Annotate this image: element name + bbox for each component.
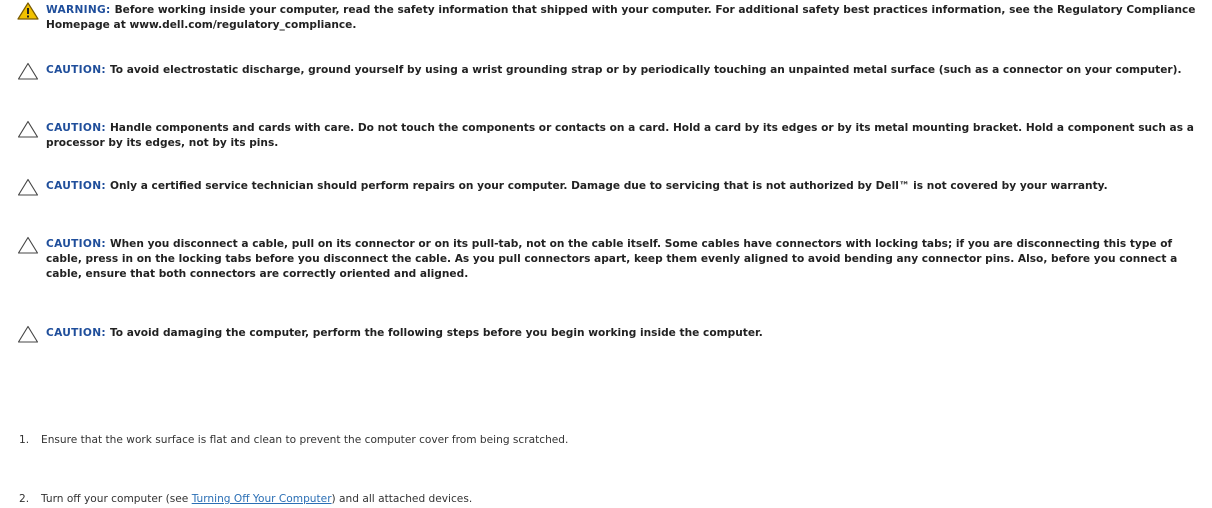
turning-off-computer-link[interactable]: Turning Off Your Computer [192, 493, 332, 505]
caution-text: CAUTION: Only a certified service technic… [46, 179, 1202, 194]
caution-notice: CAUTION: Handle components and cards with… [17, 120, 1202, 151]
warning-text: WARNING: Before working inside your compu… [46, 3, 1202, 33]
caution-text: CAUTION: When you disconnect a cable, pul… [46, 237, 1202, 282]
caution-notice: CAUTION: To avoid damaging the computer, … [17, 325, 1202, 343]
warning-notice: WARNING: Before working inside your compu… [17, 2, 1202, 33]
notice-body: When you disconnect a cable, pull on its… [46, 238, 1178, 280]
notice-body: To avoid electrostatic discharge, ground… [109, 64, 1182, 76]
warning-triangle-icon [17, 2, 39, 20]
caution-text: CAUTION: To avoid electrostatic discharge… [46, 63, 1202, 78]
notice-body: Before working inside your computer, rea… [46, 4, 1196, 31]
caution-triangle-icon [17, 236, 39, 254]
caution-text: CAUTION: Handle components and cards with… [46, 121, 1202, 151]
page: WARNING: Before working inside your compu… [0, 0, 1212, 508]
notice-body: To avoid damaging the computer, perform … [109, 327, 763, 339]
step-text-before: Turn off your computer (see [41, 493, 192, 505]
notice-body: Only a certified service technician shou… [109, 180, 1108, 192]
step-text-after: ) and all attached devices. [331, 493, 473, 505]
caution-notice: CAUTION: When you disconnect a cable, pul… [17, 236, 1202, 282]
list-item: 2. Turn off your computer (see Turning Of… [19, 493, 1199, 505]
caution-triangle-icon [17, 178, 39, 196]
notice-label: WARNING: [46, 4, 111, 16]
notice-label: CAUTION: [46, 327, 106, 339]
step-number: 1. [19, 434, 30, 446]
notice-label: CAUTION: [46, 122, 106, 134]
list-item: 1. Ensure that the work surface is flat a… [19, 434, 1199, 446]
notice-label: CAUTION: [46, 238, 106, 250]
step-number: 2. [19, 493, 30, 505]
caution-triangle-icon [17, 62, 39, 80]
notice-label: CAUTION: [46, 64, 106, 76]
caution-notice: CAUTION: Only a certified service technic… [17, 178, 1202, 196]
caution-notice: CAUTION: To avoid electrostatic discharge… [17, 62, 1202, 80]
notice-label: CAUTION: [46, 180, 106, 192]
caution-triangle-icon [17, 325, 39, 343]
step-text: Ensure that the work surface is flat and… [41, 434, 569, 446]
caution-text: CAUTION: To avoid damaging the computer, … [46, 326, 1202, 341]
notice-body: Handle components and cards with care. D… [46, 122, 1194, 149]
caution-triangle-icon [17, 120, 39, 138]
